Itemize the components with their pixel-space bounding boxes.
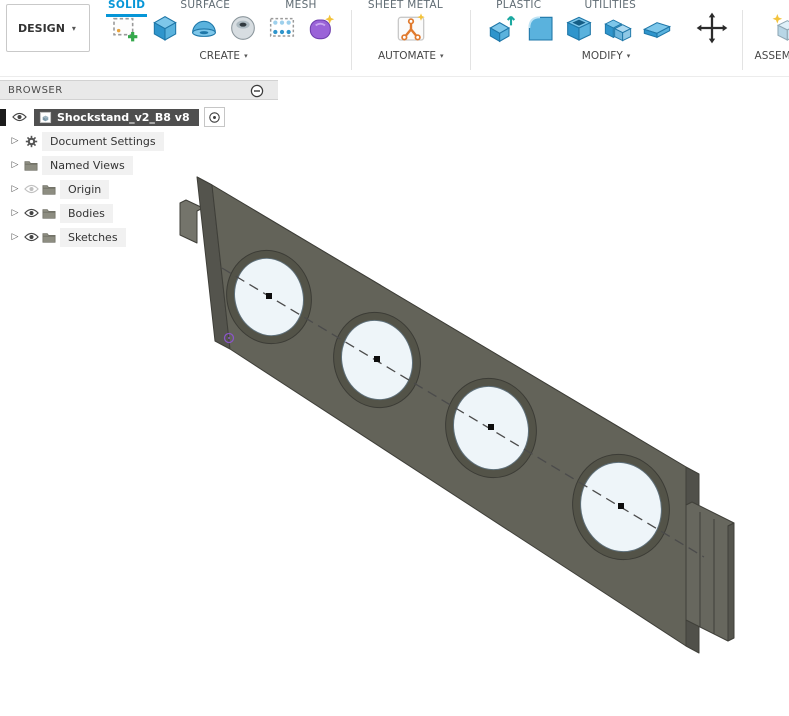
activate-component-radio[interactable] xyxy=(204,107,225,127)
ribbon-toolbar: DESIGN ▾ SOLID SURFACE MESH SHEET METAL … xyxy=(0,0,789,77)
move-icon xyxy=(696,12,728,44)
group-modify: MODIFY ▾ xyxy=(470,10,742,70)
tree-item-label[interactable]: Origin xyxy=(60,180,109,199)
group-automate: AUTOMATE ▾ xyxy=(351,10,470,70)
ribbon-groups: CREATE ▾ AUTOMATE ▾ MODIFY xyxy=(96,10,789,70)
tree-row-document-settings[interactable]: ▷ Document Settings xyxy=(0,129,278,153)
group-create: CREATE ▾ xyxy=(96,10,351,70)
move-copy-button[interactable] xyxy=(694,10,730,46)
chevron-down-icon: ▾ xyxy=(244,52,248,60)
visibility-toggle[interactable] xyxy=(10,112,28,122)
expand-arrow-icon[interactable]: ▷ xyxy=(8,232,22,242)
workspace-label: DESIGN xyxy=(18,22,65,35)
browser-tree: Shockstand_v2_B8 v8 ▷ xyxy=(0,105,278,249)
expand-arrow-icon[interactable]: ▷ xyxy=(8,160,22,170)
offset-face-icon xyxy=(641,12,673,44)
tab-surface[interactable]: SURFACE xyxy=(178,0,232,14)
chevron-down-icon: ▾ xyxy=(72,24,76,33)
target-dot-icon xyxy=(208,111,221,124)
eye-icon xyxy=(24,208,39,218)
ribbon-tab-bar: SOLID SURFACE MESH SHEET METAL PLASTIC U… xyxy=(106,0,638,17)
visibility-toggle[interactable] xyxy=(22,232,40,242)
folder-icon xyxy=(42,184,56,195)
tab-plastic[interactable]: PLASTIC xyxy=(494,0,543,14)
tree-row-sketches[interactable]: ▷ Sketches xyxy=(0,225,278,249)
browser-root-grip xyxy=(0,109,6,126)
folder-slot xyxy=(40,208,58,219)
collapse-panel-icon[interactable] xyxy=(250,84,264,98)
plate-right-tab[interactable] xyxy=(686,502,734,641)
tab-utilities[interactable]: UTILITIES xyxy=(582,0,638,14)
workspace-switcher[interactable]: DESIGN ▾ xyxy=(6,4,90,52)
folder-slot xyxy=(40,184,58,195)
tab-solid[interactable]: SOLID xyxy=(106,0,147,17)
expand-arrow-icon[interactable]: ▷ xyxy=(8,136,22,146)
tree-row-origin[interactable]: ▷ Origin xyxy=(0,177,278,201)
folder-slot xyxy=(22,160,40,171)
tree-row-root-component[interactable]: Shockstand_v2_B8 v8 xyxy=(0,105,278,129)
eye-icon xyxy=(24,232,39,242)
tree-item-label[interactable]: Named Views xyxy=(42,156,133,175)
tree-row-named-views[interactable]: ▷ Named Views xyxy=(0,153,278,177)
browser-panel-title: BROWSER xyxy=(8,85,63,96)
automate-menu-label: AUTOMATE xyxy=(378,50,436,62)
chevron-down-icon: ▾ xyxy=(440,52,444,60)
browser-panel: BROWSER Shockstand_v xyxy=(0,80,278,249)
create-menu-label: CREATE xyxy=(199,50,240,62)
expand-arrow-icon[interactable]: ▷ xyxy=(8,208,22,218)
new-component-icon xyxy=(770,12,789,44)
eye-icon xyxy=(12,112,27,122)
folder-icon xyxy=(42,208,56,219)
tree-row-bodies[interactable]: ▷ Bodies xyxy=(0,201,278,225)
automate-menu[interactable]: AUTOMATE ▾ xyxy=(378,50,444,62)
expand-arrow-icon[interactable]: ▷ xyxy=(8,184,22,194)
assemble-menu[interactable]: ASSEMBLE ▾ xyxy=(755,50,789,62)
assemble-menu-label: ASSEMBLE xyxy=(755,50,789,62)
tree-item-label[interactable]: Sketches xyxy=(60,228,126,247)
tab-sheet-metal[interactable]: SHEET METAL xyxy=(366,0,445,14)
settings-slot xyxy=(22,135,40,148)
modify-menu[interactable]: MODIFY ▾ xyxy=(582,50,630,62)
modify-menu-label: MODIFY xyxy=(582,50,623,62)
visibility-toggle[interactable] xyxy=(22,184,40,194)
folder-slot xyxy=(40,232,58,243)
visibility-toggle[interactable] xyxy=(22,208,40,218)
folder-icon xyxy=(24,160,38,171)
tab-mesh[interactable]: MESH xyxy=(283,0,318,14)
root-component-label: Shockstand_v2_B8 v8 xyxy=(57,111,190,124)
eye-hidden-icon xyxy=(24,184,39,194)
gear-icon xyxy=(25,135,38,148)
tree-item-label[interactable]: Bodies xyxy=(60,204,113,223)
root-component-chip[interactable]: Shockstand_v2_B8 v8 xyxy=(34,109,199,126)
browser-panel-header: BROWSER xyxy=(0,80,278,100)
new-component-button[interactable] xyxy=(768,10,789,46)
component-document-icon xyxy=(39,111,52,124)
chevron-down-icon: ▾ xyxy=(627,52,631,60)
tree-item-label[interactable]: Document Settings xyxy=(42,132,164,151)
group-assemble: ASSEMBLE ▾ xyxy=(742,10,789,70)
folder-icon xyxy=(42,232,56,243)
offset-face-button[interactable] xyxy=(639,10,675,46)
create-menu[interactable]: CREATE ▾ xyxy=(199,50,247,62)
